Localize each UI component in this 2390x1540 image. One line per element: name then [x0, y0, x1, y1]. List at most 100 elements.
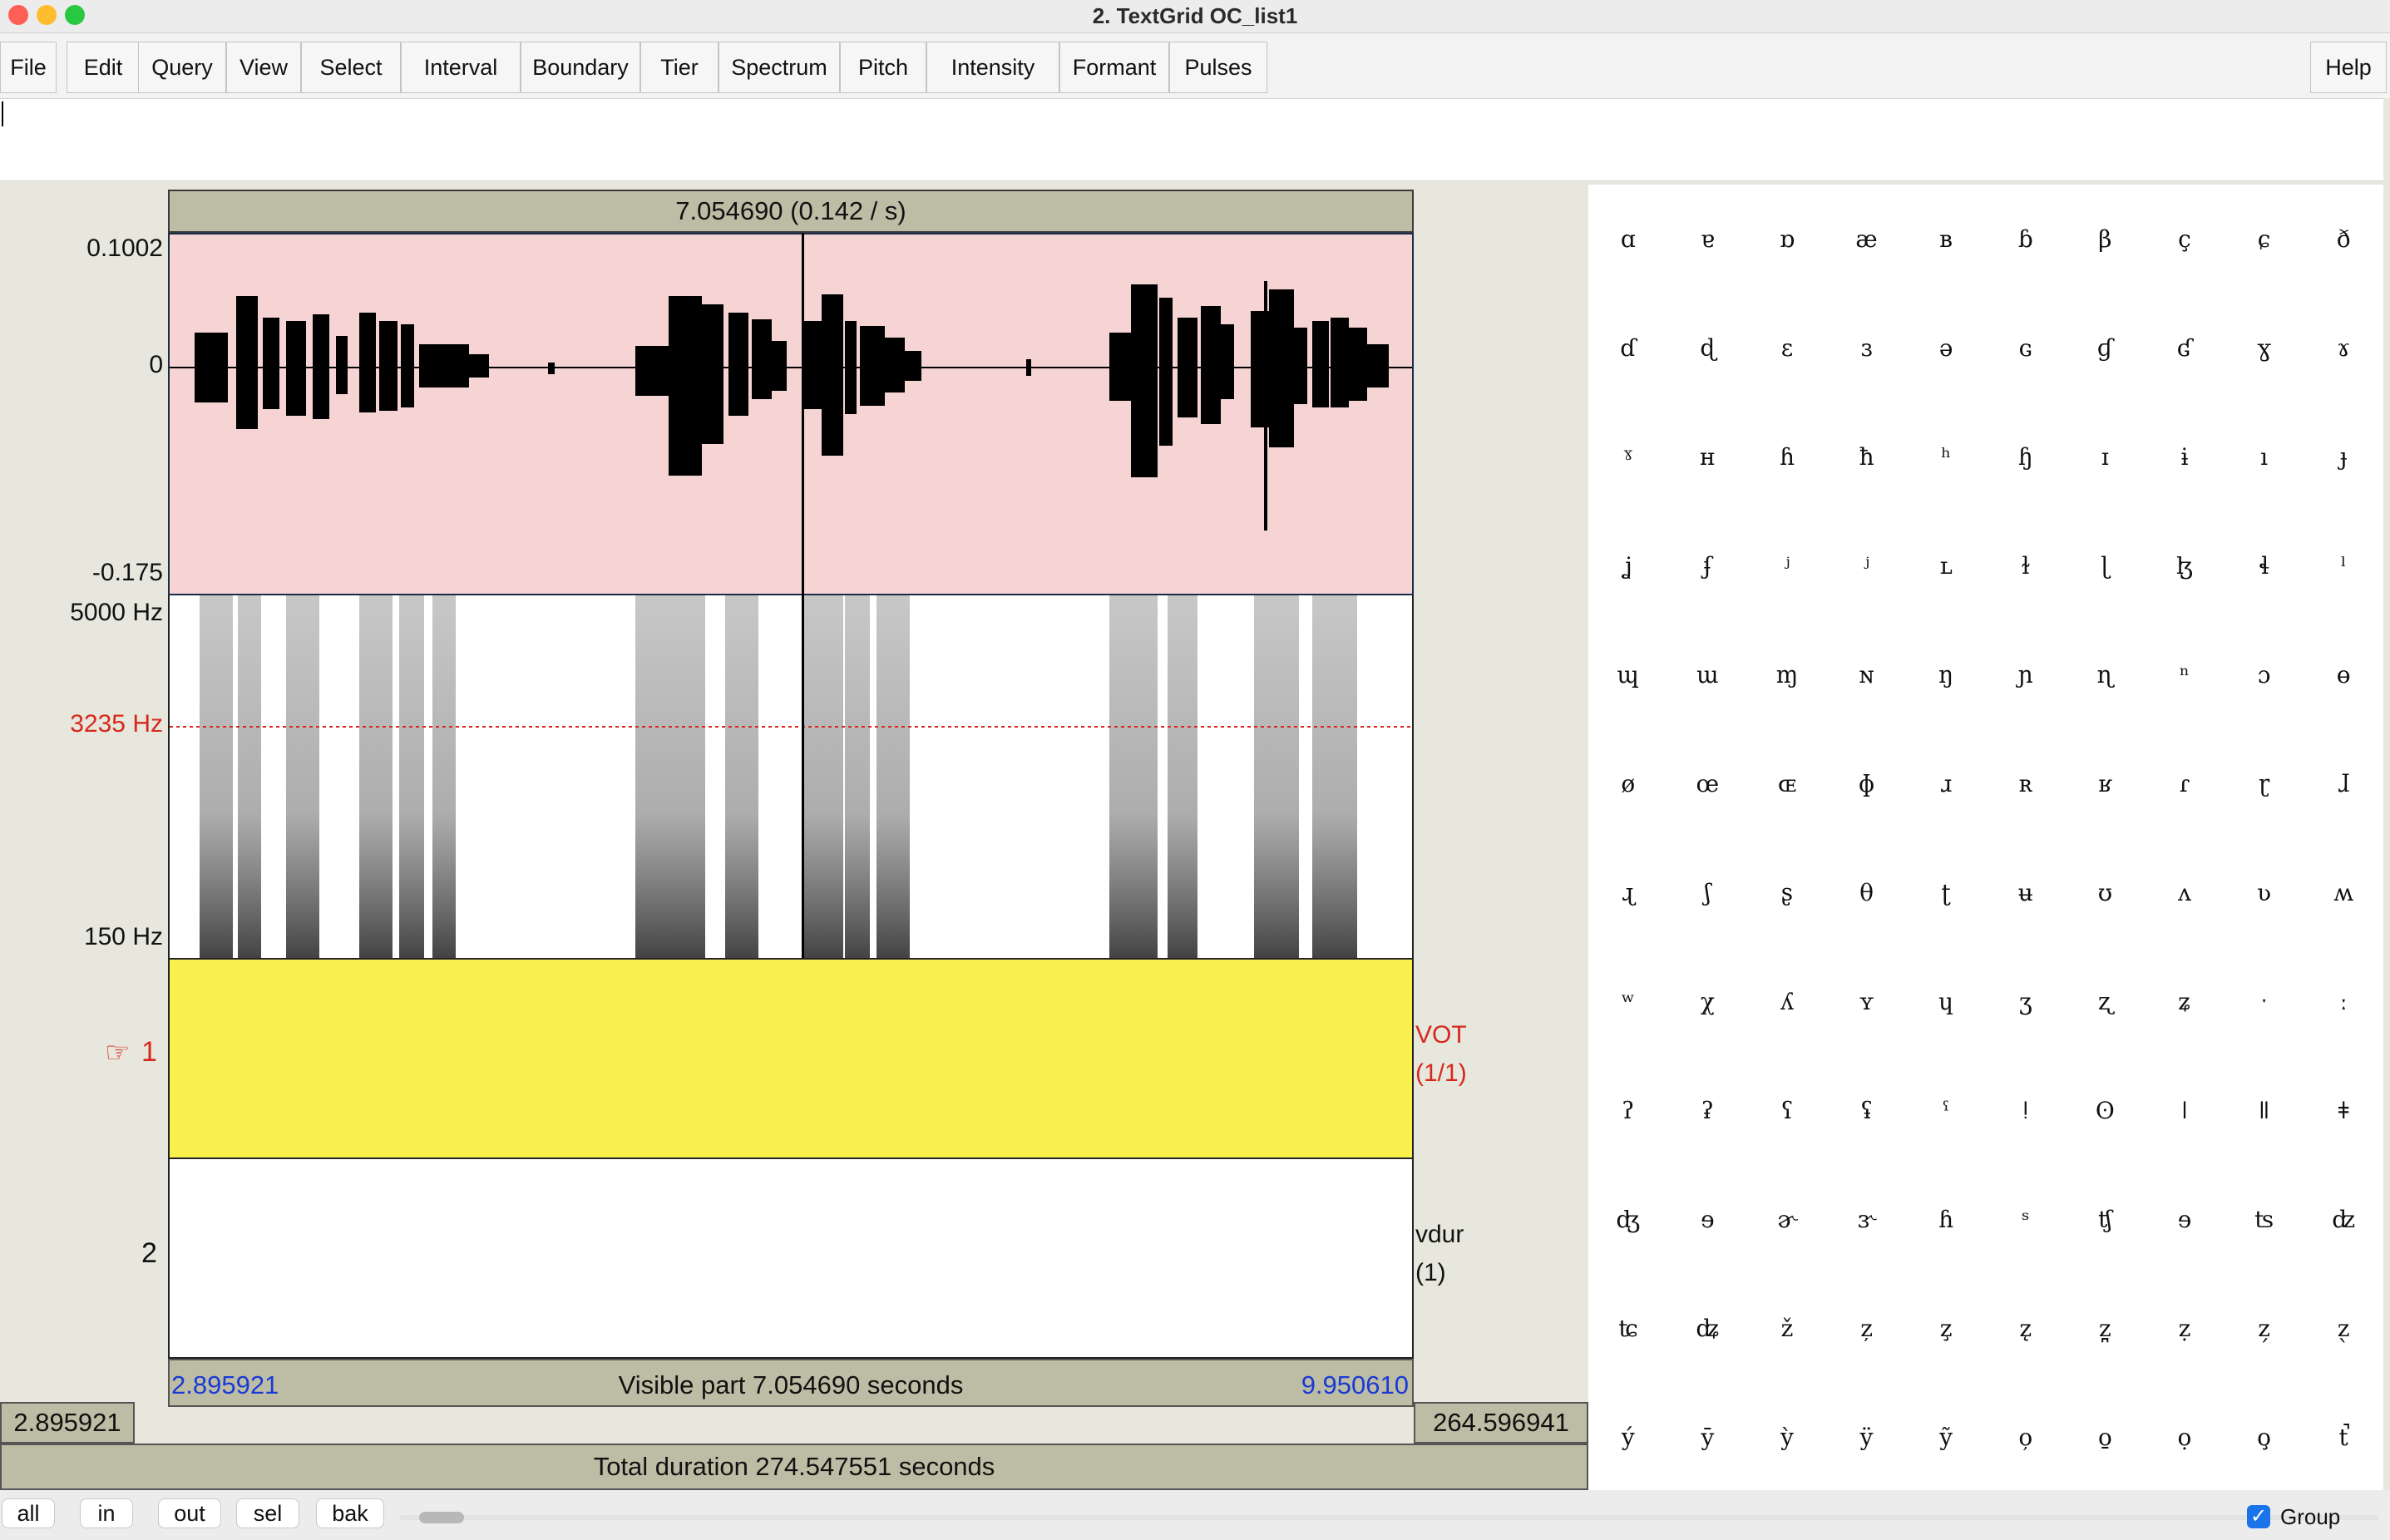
ipa-symbol-button[interactable]: ɒ [1747, 185, 1827, 294]
ipa-symbol-button[interactable]: ʲ [1827, 511, 1907, 620]
total-duration-bar[interactable]: Total duration 274.547551 seconds [0, 1444, 1588, 1490]
ipa-symbol-button[interactable]: ə [1906, 294, 1986, 402]
ipa-symbol-button[interactable]: ɽ [2225, 729, 2304, 838]
ipa-symbol-button[interactable]: ɧ [1986, 402, 2066, 511]
ipa-symbol-button[interactable]: ʈ [1906, 838, 1986, 947]
ipa-symbol-button[interactable]: ɑ [1588, 185, 1668, 294]
ipa-symbol-button[interactable]: ʦ [2225, 1165, 2304, 1274]
waveform-panel[interactable] [168, 233, 1414, 595]
ipa-symbol-button[interactable]: ʜ [1668, 402, 1748, 511]
ipa-symbol-button[interactable]: ɕ [2225, 185, 2304, 294]
zoom-in-button[interactable]: in [80, 1498, 133, 1528]
menu-interval[interactable]: Interval [401, 42, 521, 93]
ipa-symbol-button[interactable]: ʂ [1747, 838, 1827, 947]
ipa-symbol-button[interactable]: ʡ [1668, 1056, 1748, 1165]
ipa-symbol-button[interactable]: ħ [1827, 402, 1907, 511]
ipa-symbol-button[interactable]: ʋ [2225, 838, 2304, 947]
menu-file[interactable]: File [0, 42, 57, 93]
ipa-symbol-button[interactable]: ʰ [1906, 402, 1986, 511]
ipa-symbol-button[interactable]: ʍ [2304, 838, 2383, 947]
menu-boundary[interactable]: Boundary [521, 42, 640, 93]
ipa-symbol-button[interactable]: ʃ [1668, 838, 1748, 947]
menu-view[interactable]: View [226, 42, 301, 93]
menu-pulses[interactable]: Pulses [1169, 42, 1267, 93]
ipa-symbol-button[interactable]: ɨ [2145, 402, 2225, 511]
zoom-all-button[interactable]: all [2, 1498, 55, 1528]
ipa-symbol-button[interactable]: ɻ [1588, 838, 1668, 947]
ipa-symbol-button[interactable]: χ [1668, 947, 1748, 1056]
ipa-symbol-button[interactable]: ʌ [2145, 838, 2225, 947]
spectrogram-panel[interactable] [168, 595, 1414, 958]
ipa-symbol-button[interactable]: ʛ [2145, 294, 2225, 402]
tier-1-name[interactable]: VOT [1415, 1021, 1467, 1049]
ipa-symbol-button[interactable]: ı [2225, 402, 2304, 511]
ipa-symbol-button[interactable]: ɦ [1747, 402, 1827, 511]
ipa-symbol-button[interactable]: ʒ [1986, 947, 2066, 1056]
ipa-symbol-button[interactable]: ɟ [2304, 402, 2383, 511]
ipa-symbol-button[interactable]: ʊ [2066, 838, 2146, 947]
ipa-symbol-button[interactable]: ʝ [1588, 511, 1668, 620]
ipa-symbol-button[interactable]: ʨ [1588, 1274, 1668, 1383]
ipa-symbol-button[interactable]: ⁿ [2145, 620, 2225, 729]
ipa-symbol-button[interactable]: ǁ [2225, 1056, 2304, 1165]
ipa-symbol-button[interactable]: ɯ [1668, 620, 1748, 729]
scrollbar-thumb[interactable] [419, 1512, 464, 1523]
ipa-symbol-button[interactable]: ɬ [2225, 511, 2304, 620]
ipa-symbol-button[interactable]: ˡ [2304, 511, 2383, 620]
ipa-symbol-button[interactable]: ʤ [1588, 1165, 1668, 1274]
ipa-symbol-button[interactable]: ý [1588, 1383, 1668, 1492]
ipa-symbol-button[interactable]: ɫ [1986, 511, 2066, 620]
tier-1-vot[interactable] [168, 958, 1414, 1159]
ipa-symbol-button[interactable]: ɳ [2066, 620, 2146, 729]
ipa-symbol-button[interactable]: ʎ [1747, 947, 1827, 1056]
ipa-symbol-button[interactable]: ʙ [1906, 185, 1986, 294]
ipa-symbol-button[interactable]: ɛ [1747, 294, 1827, 402]
ipa-symbol-button[interactable]: ʣ [2304, 1165, 2383, 1274]
menu-pitch[interactable]: Pitch [840, 42, 926, 93]
ipa-symbol-button[interactable]: ʥ [1668, 1274, 1748, 1383]
ipa-symbol-button[interactable]: ɝ [1827, 1165, 1907, 1274]
ipa-symbol-button[interactable]: ɣ [2225, 294, 2304, 402]
ipa-symbol-button[interactable]: æ [1827, 185, 1907, 294]
ipa-symbol-button[interactable]: ʘ [2066, 1056, 2146, 1165]
ipa-symbol-button[interactable]: ʕ [1747, 1056, 1827, 1165]
ipa-symbol-button[interactable]: ọ [2145, 1383, 2225, 1492]
ipa-symbol-button[interactable]: ʧ [2066, 1165, 2146, 1274]
ipa-symbol-button[interactable]: β [2066, 185, 2146, 294]
ipa-symbol-button[interactable]: ǃ [1986, 1056, 2066, 1165]
tier-2-vdur[interactable] [168, 1157, 1414, 1359]
ipa-symbol-button[interactable]: ʀ [1986, 729, 2066, 838]
ipa-symbol-button[interactable]: ɦ [1906, 1165, 1986, 1274]
menu-spectrum[interactable]: Spectrum [718, 42, 840, 93]
ipa-symbol-button[interactable]: θ [1827, 838, 1907, 947]
ipa-symbol-button[interactable]: ʐ [2066, 947, 2146, 1056]
ipa-symbol-button[interactable]: ɴ [1827, 620, 1907, 729]
ipa-symbol-button[interactable]: œ [1668, 729, 1748, 838]
ipa-symbol-button[interactable]: ʄ [1668, 511, 1748, 620]
left-unseen-time[interactable]: 2.895921 [0, 1402, 135, 1444]
zoom-back-button[interactable]: bak [316, 1498, 384, 1528]
ipa-symbol-button[interactable]: ɶ [1747, 729, 1827, 838]
ipa-symbol-button[interactable]: ː [2304, 947, 2383, 1056]
ipa-symbol-button[interactable]: z̖ [2304, 1274, 2383, 1383]
group-checkbox[interactable]: ✓ [2247, 1505, 2270, 1528]
ipa-symbol-button[interactable]: ɐ [1668, 185, 1748, 294]
ipa-symbol-button[interactable]: ɺ [2304, 729, 2383, 838]
ipa-symbol-button[interactable]: o̧ [2225, 1383, 2304, 1492]
ipa-symbol-button[interactable]: ž [1747, 1274, 1827, 1383]
zoom-sel-button[interactable]: sel [236, 1498, 299, 1528]
interval-text-field[interactable] [0, 98, 2383, 181]
ipa-symbol-button[interactable]: ɚ [1747, 1165, 1827, 1274]
ipa-symbol-button[interactable]: ɮ [2145, 511, 2225, 620]
tier-2-name[interactable]: vdur [1415, 1221, 1464, 1249]
ipa-symbol-button[interactable]: ˑ [2225, 947, 2304, 1056]
zoom-out-button[interactable]: out [158, 1498, 221, 1528]
ipa-symbol-button[interactable]: z̗ [2225, 1274, 2304, 1383]
ipa-symbol-button[interactable]: ɠ [2066, 294, 2146, 402]
horizontal-scrollbar[interactable] [399, 1512, 2378, 1523]
ipa-symbol-button[interactable]: ǂ [2304, 1056, 2383, 1165]
ipa-symbol-button[interactable]: ɾ [2145, 729, 2225, 838]
ipa-symbol-button[interactable]: ɰ [1588, 620, 1668, 729]
ipa-symbol-button[interactable]: ɘ [2145, 1165, 2225, 1274]
ipa-symbol-button[interactable]: z̦ [1827, 1274, 1907, 1383]
